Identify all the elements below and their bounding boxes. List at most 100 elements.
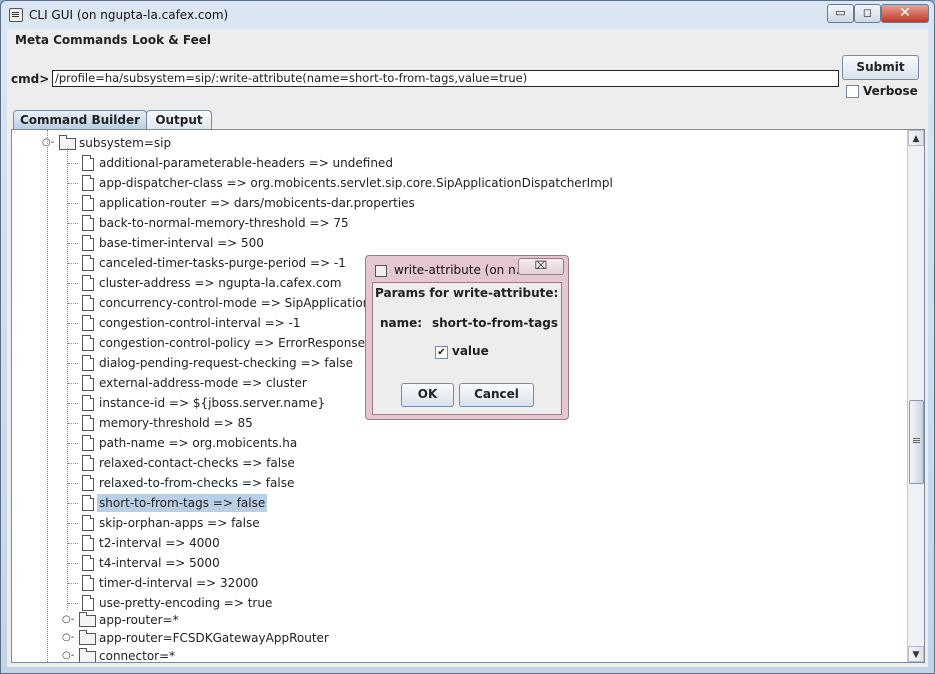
tree-attribute-label: relaxed-contact-checks => false bbox=[99, 456, 295, 470]
tree-attribute-row[interactable]: short-to-from-tags => false bbox=[12, 494, 892, 512]
tree-branch-line bbox=[68, 163, 78, 164]
document-icon bbox=[82, 355, 94, 371]
value-checkbox[interactable]: ✔ bbox=[435, 346, 448, 359]
write-attribute-dialog: write-attribute (on n... ⌧ Params for wr… bbox=[365, 255, 569, 420]
tree-branch-line bbox=[68, 463, 78, 464]
tree-branch-line bbox=[68, 243, 78, 244]
cmd-input[interactable]: /profile=ha/subsystem=sip/:write-attribu… bbox=[52, 70, 839, 87]
tree-attribute-row[interactable]: use-pretty-encoding => true bbox=[12, 594, 892, 612]
tree-attribute-row[interactable]: path-name => org.mobicents.ha bbox=[12, 434, 892, 452]
tree-attribute-row[interactable]: additional-parameterable-headers => unde… bbox=[12, 154, 892, 172]
document-icon bbox=[82, 295, 94, 311]
ok-button[interactable]: OK bbox=[401, 383, 454, 407]
tree-attribute-label: application-router => dars/mobicents-dar… bbox=[99, 196, 415, 210]
tree-branch-line bbox=[68, 583, 78, 584]
tree-attribute-label: dialog-pending-request-checking => false bbox=[99, 356, 353, 370]
tab-command-builder[interactable]: Command Builder bbox=[13, 110, 147, 129]
vertical-scrollbar[interactable]: ▲ ▼ bbox=[907, 130, 924, 662]
tree-attribute-row[interactable]: t4-interval => 5000 bbox=[12, 554, 892, 572]
tree-folder-label: app-router=* bbox=[99, 613, 179, 627]
tab-output[interactable]: Output bbox=[146, 110, 212, 129]
tree-folder-label: subsystem=sip bbox=[79, 136, 172, 150]
minimize-button[interactable]: ▭ bbox=[827, 4, 854, 23]
menu-bar: Meta Commands Look & Feel bbox=[7, 29, 928, 51]
tree-branch-line bbox=[68, 563, 78, 564]
tree-attribute-label: relaxed-to-from-checks => false bbox=[99, 476, 295, 490]
name-value: short-to-from-tags bbox=[432, 316, 558, 330]
tree-branch-line bbox=[68, 423, 78, 424]
document-icon bbox=[82, 275, 94, 291]
document-icon bbox=[82, 535, 94, 551]
document-icon bbox=[82, 455, 94, 471]
scroll-thumb[interactable] bbox=[909, 400, 924, 484]
folder-icon bbox=[79, 612, 96, 627]
document-icon bbox=[82, 235, 94, 251]
document-icon bbox=[82, 255, 94, 271]
tree-attribute-row[interactable]: relaxed-contact-checks => false bbox=[12, 454, 892, 472]
submit-button[interactable]: Submit bbox=[842, 55, 919, 80]
tree-attribute-label: t4-interval => 5000 bbox=[99, 556, 220, 570]
window-title: CLI GUI (on ngupta-la.cafex.com) bbox=[29, 8, 229, 22]
document-icon bbox=[82, 395, 94, 411]
document-icon bbox=[82, 315, 94, 331]
dialog-app-icon bbox=[375, 265, 387, 277]
tree-attribute-label: app-dispatcher-class => org.mobicents.se… bbox=[99, 176, 613, 190]
verbose-checkbox[interactable] bbox=[846, 85, 859, 98]
tree-branch-line bbox=[68, 603, 78, 604]
menu-meta-commands[interactable]: Meta Commands bbox=[15, 33, 128, 47]
tree-attribute-label: use-pretty-encoding => true bbox=[99, 596, 273, 610]
minimize-icon: ▭ bbox=[835, 6, 846, 19]
close-icon: ⌧ bbox=[534, 259, 548, 272]
document-icon bbox=[82, 335, 94, 351]
tree-attribute-label: instance-id => ${jboss.server.name} bbox=[99, 396, 326, 410]
tree-attribute-row[interactable]: timer-d-interval => 32000 bbox=[12, 574, 892, 592]
collapsed-toggle-icon[interactable]: ○- bbox=[62, 611, 74, 629]
tree-branch-line bbox=[68, 183, 78, 184]
expanded-toggle-icon[interactable]: ○- bbox=[42, 134, 54, 152]
tree-attribute-label: congestion-control-interval => -1 bbox=[99, 316, 301, 330]
folder-icon bbox=[79, 630, 96, 645]
value-label: value bbox=[452, 344, 489, 358]
tree-attribute-label: cluster-address => ngupta-la.cafex.com bbox=[99, 276, 342, 290]
tree-attribute-label: short-to-from-tags => false bbox=[97, 494, 268, 512]
dialog-title: write-attribute (on n... bbox=[394, 263, 528, 277]
tree-attribute-label: concurrency-control-mode => SipApplicati… bbox=[99, 296, 386, 310]
tree-branch-line bbox=[68, 363, 78, 364]
tree-attribute-label: congestion-control-policy => ErrorRespon… bbox=[99, 336, 365, 350]
close-button[interactable]: ✕ bbox=[881, 4, 929, 23]
cmd-label: cmd> bbox=[11, 72, 50, 86]
document-icon bbox=[82, 155, 94, 171]
collapsed-toggle-icon[interactable]: ○- bbox=[62, 629, 74, 647]
document-icon bbox=[82, 215, 94, 231]
tree-attribute-row[interactable]: relaxed-to-from-checks => false bbox=[12, 474, 892, 492]
cancel-button[interactable]: Cancel bbox=[459, 383, 534, 407]
document-icon bbox=[82, 595, 94, 611]
document-icon bbox=[82, 415, 94, 431]
tree-attribute-row[interactable]: back-to-normal-memory-threshold => 75 bbox=[12, 214, 892, 232]
tree-attribute-row[interactable]: t2-interval => 4000 bbox=[12, 534, 892, 552]
tree-branch-line bbox=[68, 483, 78, 484]
tree-attribute-row[interactable]: application-router => dars/mobicents-dar… bbox=[12, 194, 892, 212]
tree-attribute-row[interactable]: base-timer-interval => 500 bbox=[12, 234, 892, 252]
dialog-body: Params for write-attribute: name: short-… bbox=[372, 282, 562, 415]
scroll-up-icon[interactable]: ▲ bbox=[908, 130, 924, 146]
scroll-down-icon[interactable]: ▼ bbox=[908, 646, 924, 662]
tree-attribute-row[interactable]: skip-orphan-apps => false bbox=[12, 514, 892, 532]
tree-folder-label: app-router=FCSDKGatewayAppRouter bbox=[99, 631, 329, 645]
tree-branch-line bbox=[68, 523, 78, 524]
tree-attribute-row[interactable]: app-dispatcher-class => org.mobicents.se… bbox=[12, 174, 892, 192]
document-icon bbox=[82, 375, 94, 391]
dialog-close-button[interactable]: ⌧ bbox=[518, 258, 564, 275]
collapsed-toggle-icon[interactable]: ○- bbox=[62, 647, 74, 662]
tree-attribute-label: canceled-timer-tasks-purge-period => -1 bbox=[99, 256, 346, 270]
folder-icon bbox=[79, 648, 96, 662]
maximize-button[interactable]: ◻ bbox=[854, 4, 881, 23]
tree-attribute-label: timer-d-interval => 32000 bbox=[99, 576, 259, 590]
menu-look-and-feel[interactable]: Look & Feel bbox=[132, 33, 211, 47]
tree-branch-line bbox=[68, 203, 78, 204]
document-icon bbox=[82, 175, 94, 191]
tree-branch-line bbox=[68, 403, 78, 404]
document-icon bbox=[82, 475, 94, 491]
tree-attribute-label: path-name => org.mobicents.ha bbox=[99, 436, 298, 450]
title-bar[interactable]: CLI GUI (on ngupta-la.cafex.com) ▭ ◻ ✕ bbox=[1, 1, 934, 29]
